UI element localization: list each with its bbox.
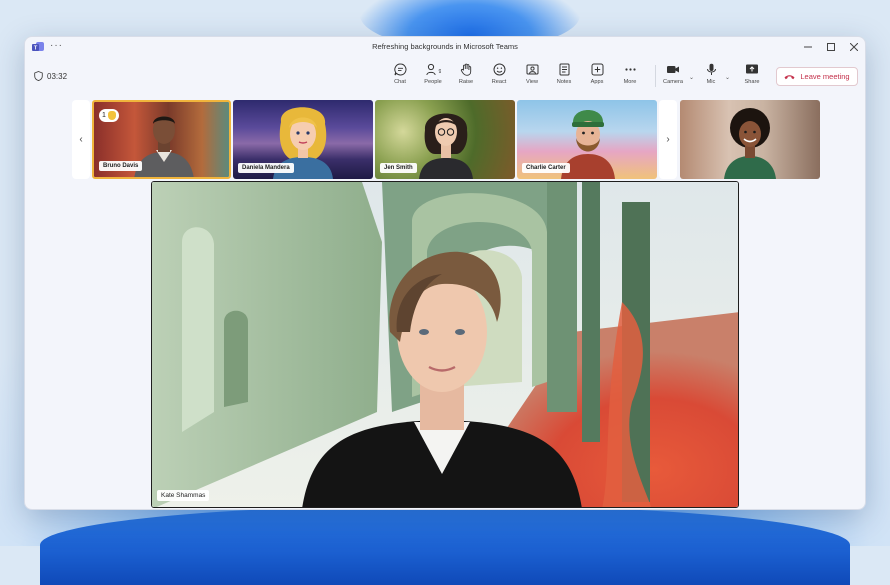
raised-hand-icon [107,111,116,120]
chat-button[interactable]: Chat [387,63,413,91]
participant-name: Daniela Mandera [238,163,294,173]
mic-options-chevron-icon[interactable]: ⌄ [725,74,730,81]
share-icon [746,64,758,74]
view-button[interactable]: View [519,63,545,91]
teams-window: T ··· Refreshing backgrounds in Microsof… [24,36,866,510]
minimize-button[interactable] [799,39,817,55]
leave-meeting-label: Leave meeting [800,72,850,81]
meeting-toolbar: 03:32 Chat 9 People Raise React View Not… [25,57,865,95]
people-label: People [424,79,442,85]
participant-tile[interactable]: Charlie Carter [517,100,657,179]
raised-hand-badge: 1 [99,109,119,122]
react-button[interactable]: React [486,63,512,91]
chat-icon [393,63,406,76]
title-bar: T ··· Refreshing backgrounds in Microsof… [25,37,865,57]
react-label: React [491,79,507,85]
participant-tile[interactable] [680,100,820,179]
smiley-icon [493,63,505,76]
share-button[interactable]: Share [739,63,765,91]
participant-video [419,113,473,179]
more-label: More [623,79,637,85]
view-label: View [525,79,539,85]
notes-button[interactable]: Notes [551,63,577,91]
chevron-right-icon: › [666,134,670,145]
speaker-video [152,182,738,507]
close-button[interactable] [845,39,863,55]
speaker-name: Kate Shammas [157,490,210,501]
mic-icon [706,63,716,75]
strip-prev-button[interactable]: ‹ [72,100,90,179]
raised-hand-count: 1 [102,112,106,119]
main-video[interactable]: Kate Shammas [151,181,739,508]
raise-hand-button[interactable]: Raise [453,63,479,91]
maximize-icon [827,43,835,51]
toolbar-separator [655,65,656,87]
people-count: 9 [438,69,441,75]
more-button[interactable]: More [617,63,643,91]
participant-name: Bruno Davis [99,161,143,171]
raise-hand-icon [460,63,471,76]
minimize-icon [804,46,812,48]
camera-button[interactable]: Camera [660,63,686,91]
more-icon [624,68,636,71]
notes-icon [559,63,569,76]
people-button[interactable]: 9 People [420,63,446,91]
wallpaper-bloom-bottom [40,505,850,585]
participant-name: Charlie Carter [522,163,570,173]
participant-tile[interactable]: 1 Bruno Davis [92,100,231,179]
chevron-left-icon: ‹ [79,134,83,145]
leave-meeting-button[interactable]: Leave meeting [776,67,858,86]
participant-name: Jen Smith [380,163,417,173]
mic-label: Mic [706,79,716,85]
call-timer: 03:32 [34,71,67,81]
people-icon: 9 [425,63,441,76]
apps-label: Apps [590,79,604,85]
share-label: Share [744,79,760,85]
camera-label: Camera [663,79,683,85]
camera-icon [667,66,679,73]
notes-label: Notes [556,79,572,85]
participant-strip: ‹ 1 Bruno Davis Daniela Mandera Jen Smit… [25,100,865,180]
timer-text: 03:32 [47,71,68,81]
close-icon [850,43,858,51]
shield-icon [34,71,43,81]
window-title: Refreshing backgrounds in Microsoft Team… [372,42,518,51]
apps-button[interactable]: Apps [584,63,610,91]
participant-tile[interactable]: Jen Smith [375,100,515,179]
view-icon [526,64,538,75]
hang-up-icon [784,74,795,79]
mic-button[interactable]: Mic [698,63,724,91]
strip-next-button[interactable]: › [659,100,677,179]
chat-label: Chat [394,79,406,85]
participant-tile[interactable]: Daniela Mandera [233,100,373,179]
participant-video [724,108,776,179]
raise-label: Raise [458,79,474,85]
apps-icon [591,63,603,76]
camera-options-chevron-icon[interactable]: ⌄ [689,74,694,81]
maximize-button[interactable] [822,39,840,55]
